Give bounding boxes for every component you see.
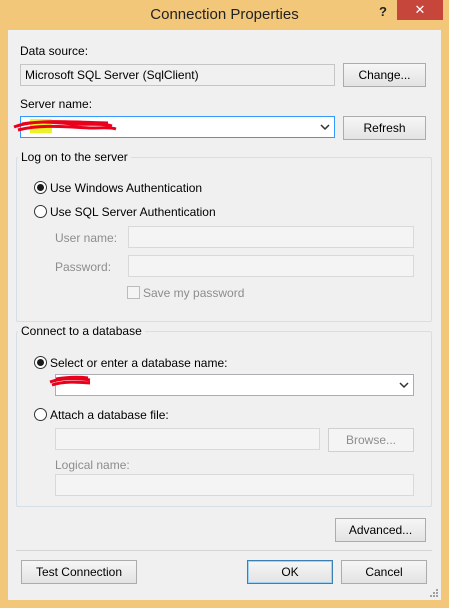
- browse-button: Browse...: [328, 428, 414, 452]
- select-database-radio[interactable]: [34, 356, 47, 369]
- attach-database-label[interactable]: Attach a database file:: [50, 408, 169, 422]
- windows-auth-label[interactable]: Use Windows Authentication: [50, 181, 202, 195]
- data-source-field: Microsoft SQL Server (SqlClient): [20, 64, 335, 86]
- user-name-input: [128, 226, 414, 248]
- redaction-scribble: [13, 119, 117, 133]
- attach-database-radio[interactable]: [34, 408, 47, 421]
- chevron-down-icon[interactable]: [399, 379, 409, 391]
- redaction-scribble: [49, 375, 91, 387]
- attach-file-input: [55, 428, 320, 450]
- save-password-label: Save my password: [143, 286, 245, 300]
- test-connection-button[interactable]: Test Connection: [21, 560, 137, 584]
- dialog-body: Data source: Microsoft SQL Server (SqlCl…: [8, 30, 441, 600]
- database-name-combo[interactable]: [55, 374, 414, 396]
- sql-auth-radio[interactable]: [34, 205, 47, 218]
- cancel-button[interactable]: Cancel: [341, 560, 427, 584]
- select-database-label[interactable]: Select or enter a database name:: [50, 356, 227, 370]
- sql-auth-label[interactable]: Use SQL Server Authentication: [50, 205, 216, 219]
- logical-name-input: [55, 474, 414, 496]
- ok-button[interactable]: OK: [247, 560, 333, 584]
- data-source-label: Data source:: [20, 44, 89, 58]
- footer-divider: [16, 550, 432, 551]
- change-button[interactable]: Change...: [343, 63, 426, 87]
- resize-grip-icon[interactable]: [429, 588, 439, 598]
- title-bar: Connection Properties ? ✕: [0, 0, 449, 30]
- windows-auth-radio[interactable]: [34, 181, 47, 194]
- user-name-label: User name:: [55, 231, 118, 245]
- advanced-button[interactable]: Advanced...: [335, 518, 426, 542]
- logon-group-title: Log on to the server: [18, 150, 131, 164]
- close-button[interactable]: ✕: [397, 0, 443, 20]
- refresh-button[interactable]: Refresh: [343, 116, 426, 140]
- server-name-label: Server name:: [20, 97, 93, 111]
- password-input: [128, 255, 414, 277]
- logical-name-label: Logical name:: [55, 458, 130, 472]
- password-label: Password:: [55, 260, 112, 274]
- help-button[interactable]: ?: [372, 2, 394, 22]
- database-group-title: Connect to a database: [18, 324, 145, 338]
- save-password-checkbox: [127, 286, 140, 299]
- chevron-down-icon[interactable]: [320, 121, 330, 133]
